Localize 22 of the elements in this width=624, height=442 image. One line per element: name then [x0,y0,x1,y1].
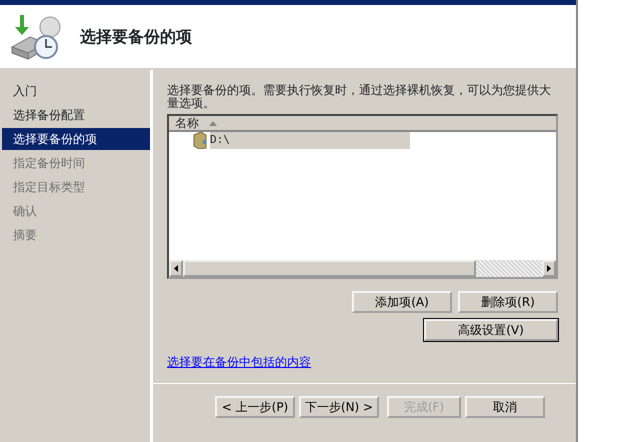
page-title: 选择要备份的项 [80,26,192,46]
item-list[interactable]: 名称 D:\ [167,114,558,279]
scroll-right-icon[interactable] [547,265,551,272]
column-label: 名称 [175,115,199,132]
next-button[interactable]: 下一步(N) > [299,396,379,418]
add-item-button[interactable]: 添加项(A) [352,291,452,313]
scroll-left-icon[interactable] [174,265,178,272]
wizard-step[interactable]: 选择要备份的项 [2,128,150,150]
wizard-step[interactable]: 入门 [0,80,150,102]
horizontal-scrollbar[interactable] [169,260,556,277]
item-name[interactable]: D:\ [210,132,410,149]
description-text: 选择要备份的项。需要执行恢复时，通过选择裸机恢复，可以为您提供大量选项。 [167,84,552,110]
advanced-settings-button[interactable]: 高级设置(V) [424,319,558,341]
cancel-button[interactable]: 取消 [465,396,545,418]
backup-drive-drawing [10,12,62,60]
back-button[interactable]: < 上一步(P) [215,396,295,418]
include-content-link[interactable]: 选择要在备份中包括的内容 [167,355,311,369]
wizard-step[interactable]: 选择备份配置 [0,104,150,126]
column-header[interactable]: 名称 [169,116,556,132]
sort-arrow-icon [209,120,217,126]
remove-item-button[interactable]: 删除项(R) [458,291,558,313]
drive-icon [193,132,207,149]
